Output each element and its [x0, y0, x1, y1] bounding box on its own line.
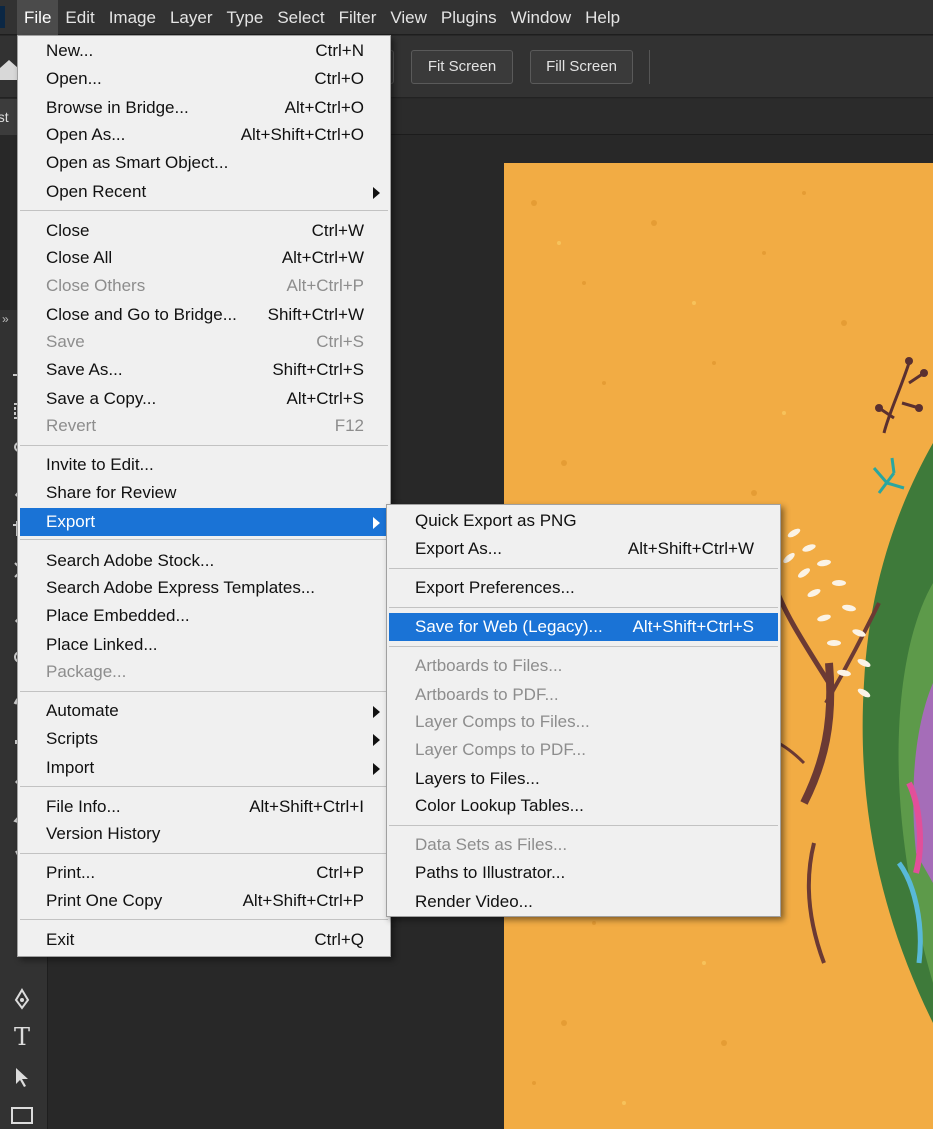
- menu-layer[interactable]: Layer: [163, 0, 220, 35]
- menu-plugins[interactable]: Plugins: [434, 0, 504, 35]
- menu-item-paths-to-illustrator[interactable]: Paths to Illustrator...: [389, 859, 778, 887]
- rectangle-tool-icon[interactable]: [6, 1100, 38, 1129]
- menu-item-artboards-to-files: Artboards to Files...: [415, 656, 563, 675]
- menu-edit[interactable]: Edit: [58, 0, 101, 35]
- menu-item-save: Save Ctrl+S: [46, 332, 364, 351]
- menu-item-exit[interactable]: Exit Ctrl+Q: [20, 926, 388, 954]
- menu-item-layer-comps-to-files: Layer Comps to Files...: [415, 712, 590, 731]
- menu-file[interactable]: File: [17, 0, 59, 35]
- menu-item-export-preferences[interactable]: Export Preferences...: [389, 574, 778, 602]
- menu-separator: [20, 210, 388, 211]
- menu-image[interactable]: Image: [102, 0, 163, 35]
- menu-item-package: Package...: [46, 662, 127, 681]
- options-divider: [649, 50, 650, 84]
- menu-item-print-one-copy[interactable]: Print One Copy Alt+Shift+Ctrl+P: [20, 887, 388, 915]
- menu-item-artboards-to-pdf: Artboards to PDF...: [415, 685, 559, 704]
- menu-select[interactable]: Select: [270, 0, 331, 35]
- menu-separator: [20, 445, 388, 446]
- menu-item-revert: Revert F12: [46, 416, 364, 435]
- menu-item-color-lookup-tables[interactable]: Color Lookup Tables...: [389, 792, 778, 820]
- export-submenu: Quick Export as PNG Export As... Alt+Shif…: [386, 504, 781, 917]
- menu-item-open[interactable]: Open... Ctrl+O: [20, 65, 388, 93]
- menu-item-quick-export-as-png[interactable]: Quick Export as PNG: [389, 507, 778, 535]
- menu-window[interactable]: Window: [504, 0, 578, 35]
- menu-separator: [20, 853, 388, 854]
- menu-separator: [20, 691, 388, 692]
- fit-screen-button[interactable]: Fit Screen: [411, 50, 513, 84]
- menu-item-close-all[interactable]: Close All Alt+Ctrl+W: [20, 244, 388, 272]
- fill-screen-button[interactable]: Fill Screen: [530, 50, 633, 84]
- menu-item-new[interactable]: New... Ctrl+N: [20, 37, 388, 65]
- menu-item-scripts[interactable]: Scripts: [20, 725, 388, 753]
- menu-item-export[interactable]: Export: [20, 508, 388, 536]
- pen-tool-icon[interactable]: [6, 984, 38, 1014]
- menu-item-save-a-copy[interactable]: Save a Copy... Alt+Ctrl+S: [20, 385, 388, 413]
- menu-item-render-video[interactable]: Render Video...: [389, 888, 778, 916]
- menu-item-open-recent[interactable]: Open Recent: [20, 178, 388, 206]
- menu-item-close[interactable]: Close Ctrl+W: [20, 217, 388, 245]
- menu-item-open-as-smart-object[interactable]: Open as Smart Object...: [20, 149, 388, 177]
- menu-item-export-as[interactable]: Export As... Alt+Shift+Ctrl+W: [389, 535, 778, 563]
- submenu-arrow-icon: [373, 763, 380, 775]
- menu-item-layer-comps-to-pdf: Layer Comps to PDF...: [415, 740, 587, 759]
- menu-item-data-sets-as-files: Data Sets as Files...: [415, 835, 568, 854]
- submenu-arrow-icon: [373, 187, 380, 199]
- app-logo: [0, 6, 5, 28]
- menu-item-close-and-go-to-bridge[interactable]: Close and Go to Bridge... Shift+Ctrl+W: [20, 301, 388, 329]
- menu-item-close-others: Close Others Alt+Ctrl+P: [46, 276, 364, 295]
- menu-separator: [389, 607, 778, 608]
- menu-item-version-history[interactable]: Version History: [20, 820, 388, 848]
- menu-item-import[interactable]: Import: [20, 754, 388, 782]
- menu-item-file-info[interactable]: File Info... Alt+Shift+Ctrl+I: [20, 793, 388, 821]
- menu-view[interactable]: View: [383, 0, 434, 35]
- file-menu: New... Ctrl+N Open... Ctrl+O Browse in Bri…: [17, 35, 391, 957]
- path-selection-tool-icon[interactable]: [6, 1062, 38, 1092]
- menu-item-print[interactable]: Print... Ctrl+P: [20, 859, 388, 887]
- menu-filter[interactable]: Filter: [332, 0, 384, 35]
- menu-separator: [20, 539, 388, 540]
- menu-separator: [20, 919, 388, 920]
- menu-item-browse-in-bridge[interactable]: Browse in Bridge... Alt+Ctrl+O: [20, 94, 388, 122]
- menu-item-open-as[interactable]: Open As... Alt+Shift+Ctrl+O: [20, 121, 388, 149]
- collapse-panel-icon[interactable]: »: [2, 312, 9, 326]
- menu-item-invite-to-edit[interactable]: Invite to Edit...: [20, 451, 388, 479]
- menu-item-search-adobe-express-templates[interactable]: Search Adobe Express Templates...: [20, 574, 388, 602]
- menu-bar: File Edit Image Layer Type Select Filter…: [0, 0, 933, 35]
- menu-separator: [389, 568, 778, 569]
- home-icon[interactable]: [0, 58, 18, 80]
- submenu-arrow-icon: [373, 706, 380, 718]
- menu-item-search-adobe-stock[interactable]: Search Adobe Stock...: [20, 547, 388, 575]
- submenu-arrow-icon: [373, 734, 380, 746]
- menu-separator: [389, 646, 778, 647]
- menu-item-layers-to-files[interactable]: Layers to Files...: [389, 765, 778, 793]
- menu-type[interactable]: Type: [219, 0, 270, 35]
- menu-item-save-as[interactable]: Save As... Shift+Ctrl+S: [20, 356, 388, 384]
- menu-item-automate[interactable]: Automate: [20, 697, 388, 725]
- menu-separator: [20, 786, 388, 787]
- menu-separator: [389, 825, 778, 826]
- menu-item-share-for-review[interactable]: Share for Review: [20, 479, 388, 507]
- menu-help[interactable]: Help: [578, 0, 627, 35]
- type-tool-icon[interactable]: T: [6, 1022, 38, 1052]
- menu-item-save-for-web-legacy[interactable]: Save for Web (Legacy)... Alt+Shift+Ctrl+S: [389, 613, 778, 641]
- menu-item-place-linked[interactable]: Place Linked...: [20, 631, 388, 659]
- menu-item-place-embedded[interactable]: Place Embedded...: [20, 602, 388, 630]
- submenu-arrow-icon: [373, 517, 380, 529]
